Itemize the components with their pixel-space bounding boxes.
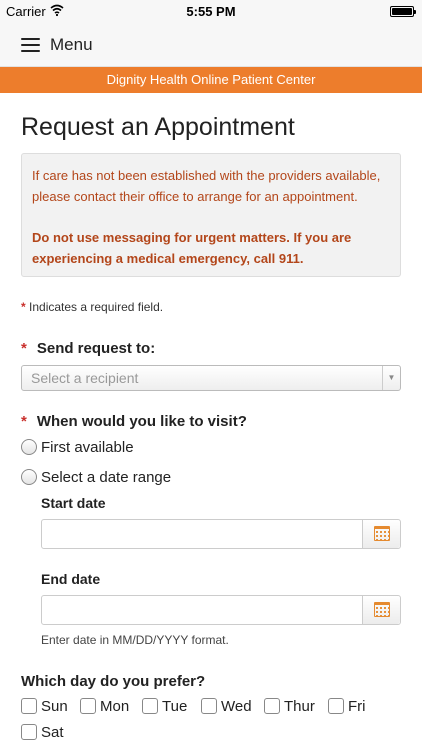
preferred-day-label: Which day do you prefer?: [21, 673, 206, 690]
dropdown-arrow-icon[interactable]: ▼: [382, 366, 400, 390]
day-label: Mon: [100, 698, 130, 715]
required-note-text: Indicates a required field.: [29, 300, 164, 314]
day-checkbox-fri[interactable]: Fri: [328, 698, 366, 715]
visit-time-label: * When would you like to visit?: [21, 413, 247, 430]
required-asterisk: *: [21, 413, 27, 430]
required-field-note: * Indicates a required field.: [21, 300, 163, 314]
radio-label: First available: [41, 439, 134, 456]
info-alert: If care has not been established with th…: [21, 153, 401, 277]
send-request-label: * Send request to:: [21, 340, 155, 357]
checkbox[interactable]: [328, 698, 344, 715]
day-label: Wed: [221, 698, 252, 715]
day-label: Thur: [284, 698, 315, 715]
end-date-label: End date: [41, 571, 101, 587]
day-checkbox-sat[interactable]: Sat: [21, 724, 64, 741]
start-date-input[interactable]: [41, 519, 401, 549]
menu-button[interactable]: Menu: [50, 35, 93, 55]
portal-banner: Dignity Health Online Patient Center: [0, 67, 422, 93]
day-checkbox-mon[interactable]: Mon: [80, 698, 129, 715]
visit-time-label-text: When would you like to visit?: [36, 413, 247, 430]
day-label: Fri: [348, 698, 366, 715]
alert-emergency-message: Do not use messaging for urgent matters.…: [32, 230, 352, 266]
checkbox[interactable]: [21, 698, 37, 715]
checkbox[interactable]: [264, 698, 280, 715]
start-date-label: Start date: [41, 495, 106, 511]
checkbox[interactable]: [142, 698, 158, 715]
navbar: Menu: [0, 22, 422, 67]
day-label: Tue: [162, 698, 188, 715]
hamburger-menu-icon[interactable]: [21, 38, 40, 52]
day-checkbox-tue[interactable]: Tue: [142, 698, 187, 715]
end-date-calendar-button[interactable]: [362, 596, 400, 624]
clock: 5:55 PM: [186, 4, 236, 19]
checkbox[interactable]: [21, 724, 37, 741]
status-bar: Carrier 5:55 PM: [0, 0, 422, 22]
radio-button[interactable]: [21, 439, 37, 456]
end-date-input[interactable]: [41, 595, 401, 625]
radio-date-range[interactable]: Select a date range: [21, 469, 171, 486]
date-format-hint: Enter date in MM/DD/YYYY format.: [41, 633, 229, 647]
day-label: Sat: [41, 724, 64, 741]
calendar-icon: [374, 602, 390, 617]
radio-first-available[interactable]: First available: [21, 439, 134, 456]
day-checkbox-wed[interactable]: Wed: [201, 698, 252, 715]
start-date-calendar-button[interactable]: [362, 520, 400, 548]
day-checkbox-thur[interactable]: Thur: [264, 698, 315, 715]
required-asterisk: *: [21, 300, 26, 314]
radio-label: Select a date range: [41, 469, 172, 486]
radio-button[interactable]: [21, 469, 37, 486]
alert-message: If care has not been established with th…: [32, 168, 381, 204]
calendar-icon: [374, 526, 390, 541]
battery-icon: [390, 6, 416, 17]
day-checkbox-sun[interactable]: Sun: [21, 698, 68, 715]
recipient-select[interactable]: Select a recipient ▼: [21, 365, 401, 391]
checkbox[interactable]: [80, 698, 96, 715]
page-title: Request an Appointment: [21, 113, 295, 141]
required-asterisk: *: [21, 340, 27, 357]
recipient-select-placeholder: Select a recipient: [31, 370, 139, 386]
checkbox[interactable]: [201, 698, 217, 715]
day-label: Sun: [41, 698, 68, 715]
send-request-label-text: Send request to:: [36, 340, 156, 357]
